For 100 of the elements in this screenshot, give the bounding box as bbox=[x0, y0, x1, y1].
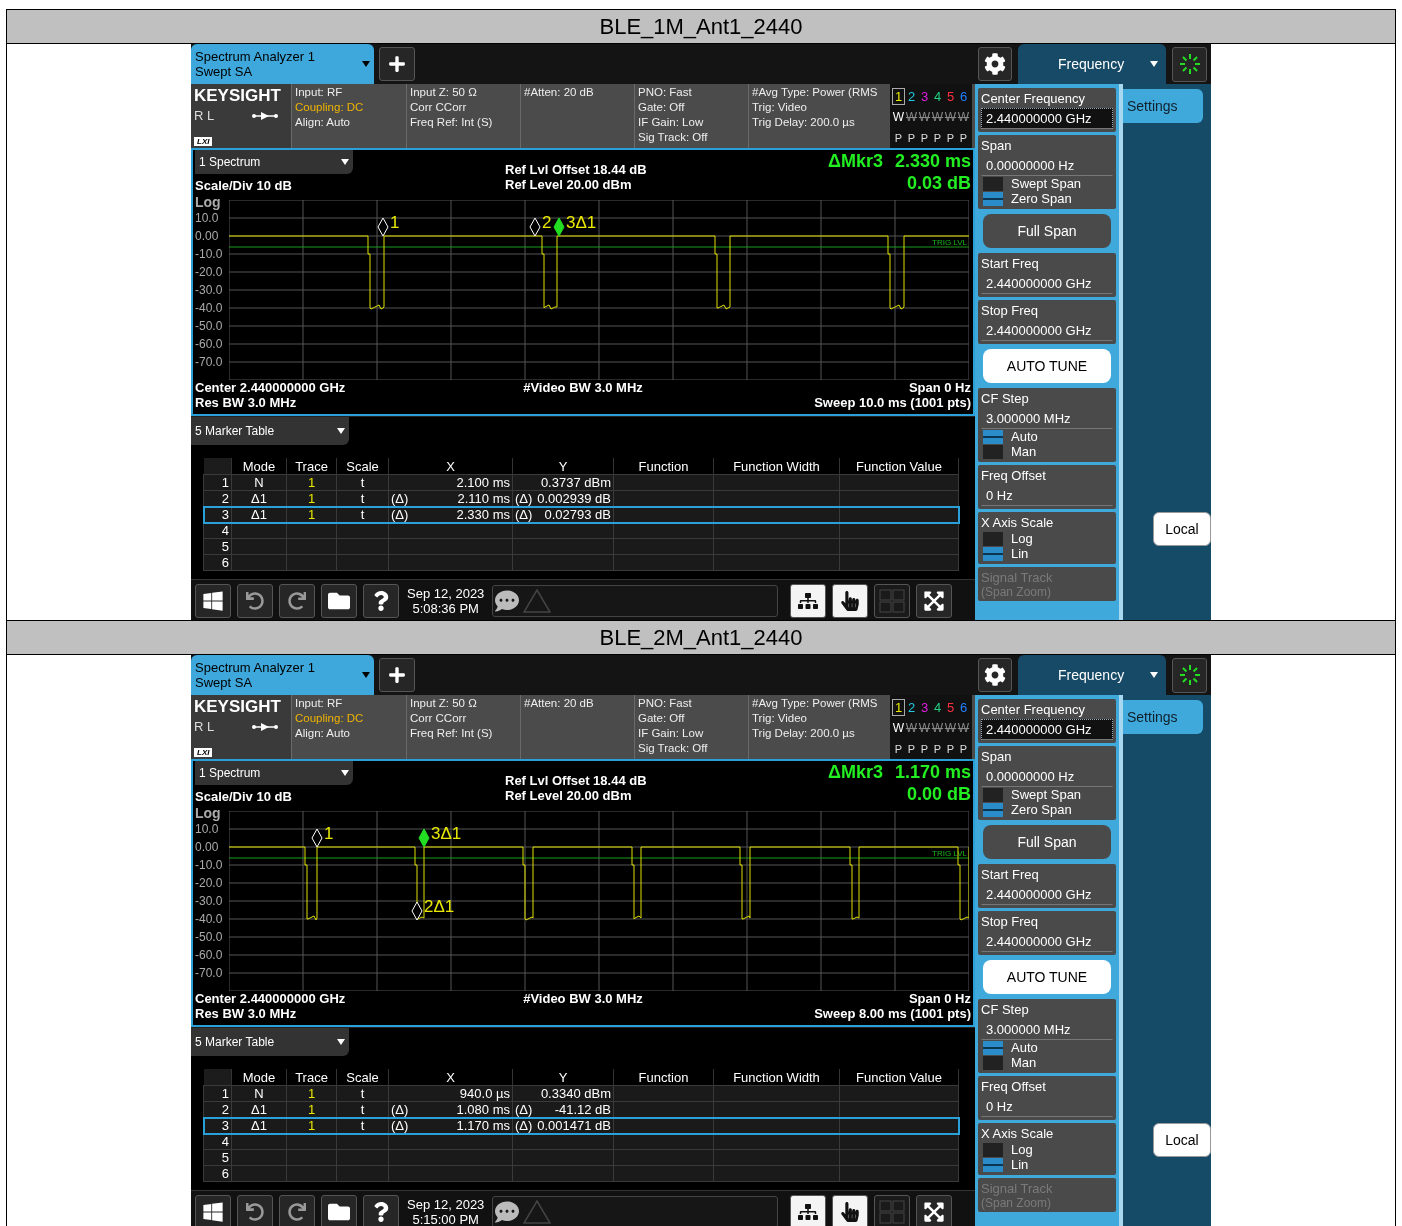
toggle-indicator[interactable] bbox=[983, 531, 1003, 546]
touch-button[interactable] bbox=[832, 1195, 869, 1226]
value-field[interactable]: 2.440000000 GHz bbox=[981, 273, 1113, 294]
trace-number[interactable]: 1 bbox=[892, 87, 905, 105]
column-header: Mode bbox=[231, 1069, 287, 1086]
fullscreen-button[interactable] bbox=[916, 584, 953, 618]
trace-number[interactable]: 2 bbox=[905, 698, 918, 716]
trace-number[interactable]: 3 bbox=[918, 87, 931, 105]
view-selector[interactable]: 5 Marker Table bbox=[191, 417, 349, 445]
redo-button[interactable] bbox=[279, 584, 315, 618]
softkey-button[interactable]: Full Span bbox=[983, 214, 1111, 248]
status-button[interactable] bbox=[1172, 46, 1207, 82]
date-label: Sep 12, 2023 bbox=[407, 586, 485, 601]
table-row[interactable]: 4 bbox=[203, 1133, 959, 1150]
value-field[interactable]: 2.440000000 GHz bbox=[981, 884, 1113, 905]
menu-tab[interactable]: Frequency bbox=[1018, 655, 1166, 695]
start-button[interactable] bbox=[195, 584, 231, 618]
toggle-indicator[interactable] bbox=[983, 802, 1003, 817]
value-field[interactable]: 2.440000000 GHz bbox=[981, 320, 1113, 341]
network-button[interactable] bbox=[790, 1195, 827, 1226]
table-row[interactable]: 3 Δ1 1 t (Δ) 2.330 ms (Δ) 0.02793 dB bbox=[203, 506, 959, 523]
view-selector[interactable]: 1 Spectrum bbox=[195, 761, 353, 785]
toggle-indicator[interactable] bbox=[983, 546, 1003, 561]
help-button[interactable] bbox=[363, 584, 399, 618]
file-button[interactable] bbox=[321, 1195, 357, 1226]
table-row[interactable]: 5 bbox=[203, 1149, 959, 1166]
softkey-button[interactable]: AUTO TUNE bbox=[983, 960, 1111, 994]
value-field[interactable]: 2.440000000 GHz bbox=[981, 719, 1113, 740]
trace-number[interactable]: 6 bbox=[957, 698, 970, 716]
value-field[interactable]: 0.00000000 Hz bbox=[981, 766, 1113, 787]
settings-tab[interactable]: Settings bbox=[1123, 700, 1203, 734]
value-field[interactable]: 2.440000000 GHz bbox=[981, 931, 1113, 952]
value-field[interactable]: 2.440000000 GHz bbox=[981, 108, 1113, 129]
softkey-button[interactable]: Full Span bbox=[983, 825, 1111, 859]
trace-number[interactable]: 6 bbox=[957, 87, 970, 105]
value-field[interactable]: 0 Hz bbox=[981, 1096, 1113, 1117]
toggle-indicator[interactable] bbox=[983, 1055, 1003, 1070]
value-field[interactable]: 0.00000000 Hz bbox=[981, 155, 1113, 176]
value-field[interactable]: 0 Hz bbox=[981, 485, 1113, 506]
table-cell: 1 bbox=[286, 1085, 337, 1102]
delta-prefix: (Δ) bbox=[391, 507, 409, 522]
setting-text: #Avg Type: Power (RMS bbox=[752, 696, 879, 711]
add-button[interactable] bbox=[379, 658, 415, 692]
option-label: Lin bbox=[1011, 546, 1029, 561]
toggle-indicator[interactable] bbox=[983, 444, 1003, 459]
fullscreen-button[interactable] bbox=[916, 1195, 953, 1226]
trace-number[interactable]: 2 bbox=[905, 87, 918, 105]
instrument-tab[interactable]: Spectrum Analyzer 1 Swept SA bbox=[191, 44, 374, 84]
folder-icon bbox=[328, 590, 350, 612]
table-row[interactable]: 4 bbox=[203, 522, 959, 539]
local-button[interactable]: Local bbox=[1153, 512, 1211, 546]
undo-button[interactable] bbox=[237, 1195, 273, 1226]
table-row[interactable]: 2 Δ1 1 t (Δ) 2.110 ms (Δ) 0.002939 dB bbox=[203, 490, 959, 507]
trace-number[interactable]: 5 bbox=[944, 698, 957, 716]
layout-button[interactable] bbox=[874, 584, 911, 618]
settings-tab[interactable]: Settings bbox=[1123, 89, 1203, 123]
toggle-indicator[interactable] bbox=[983, 1040, 1003, 1055]
start-button[interactable] bbox=[195, 1195, 231, 1226]
menu-tab[interactable]: Frequency bbox=[1018, 44, 1166, 84]
trace-detector: P bbox=[932, 131, 943, 144]
table-row[interactable]: 1 N 1 t 940.0 µs 0.3340 dBm bbox=[203, 1085, 959, 1102]
trace-number[interactable]: 5 bbox=[944, 87, 957, 105]
table-row[interactable]: 6 bbox=[203, 554, 959, 571]
network-button[interactable] bbox=[790, 584, 827, 618]
add-button[interactable] bbox=[379, 47, 415, 81]
toggle-indicator[interactable] bbox=[983, 1157, 1003, 1172]
value-field[interactable]: 3.000000 MHz bbox=[981, 1019, 1113, 1040]
toggle-indicator[interactable] bbox=[983, 787, 1003, 802]
lxi-logo: LXI bbox=[194, 137, 213, 146]
redo-button[interactable] bbox=[279, 1195, 315, 1226]
undo-button[interactable] bbox=[237, 584, 273, 618]
softkey-button[interactable]: AUTO TUNE bbox=[983, 349, 1111, 383]
trace-number[interactable]: 3 bbox=[918, 698, 931, 716]
file-button[interactable] bbox=[321, 584, 357, 618]
toggle-indicator[interactable] bbox=[983, 191, 1003, 206]
trace-detector: P bbox=[958, 131, 969, 144]
local-button[interactable]: Local bbox=[1153, 1123, 1211, 1157]
table-row[interactable]: 1 N 1 t 2.100 ms 0.3737 dBm bbox=[203, 474, 959, 491]
toggle-indicator[interactable] bbox=[983, 429, 1003, 444]
layout-button[interactable] bbox=[874, 1195, 911, 1226]
table-row[interactable]: 6 bbox=[203, 1165, 959, 1182]
table-row[interactable]: 3 Δ1 1 t (Δ) 1.170 ms (Δ) 0.001471 dB bbox=[203, 1117, 959, 1134]
instrument-tab[interactable]: Spectrum Analyzer 1 Swept SA bbox=[191, 655, 374, 695]
value-field[interactable]: 3.000000 MHz bbox=[981, 408, 1113, 429]
settings-button[interactable] bbox=[978, 658, 1012, 692]
table-row[interactable]: 2 Δ1 1 t (Δ) 1.080 ms (Δ) -41.12 dB bbox=[203, 1101, 959, 1118]
trace-number[interactable]: 4 bbox=[931, 87, 944, 105]
toggle-indicator[interactable] bbox=[983, 176, 1003, 191]
option-label: Zero Span bbox=[1011, 191, 1072, 206]
toggle-indicator[interactable] bbox=[983, 1142, 1003, 1157]
settings-button[interactable] bbox=[978, 47, 1012, 81]
status-button[interactable] bbox=[1172, 657, 1207, 693]
trace-number[interactable]: 4 bbox=[931, 698, 944, 716]
trace-number[interactable]: 1 bbox=[892, 698, 905, 716]
touch-button[interactable] bbox=[832, 584, 869, 618]
table-row[interactable]: 5 bbox=[203, 538, 959, 555]
help-button[interactable] bbox=[363, 1195, 399, 1226]
view-selector[interactable]: 1 Spectrum bbox=[195, 150, 353, 174]
undo-icon bbox=[246, 592, 264, 610]
view-selector[interactable]: 5 Marker Table bbox=[191, 1028, 349, 1056]
